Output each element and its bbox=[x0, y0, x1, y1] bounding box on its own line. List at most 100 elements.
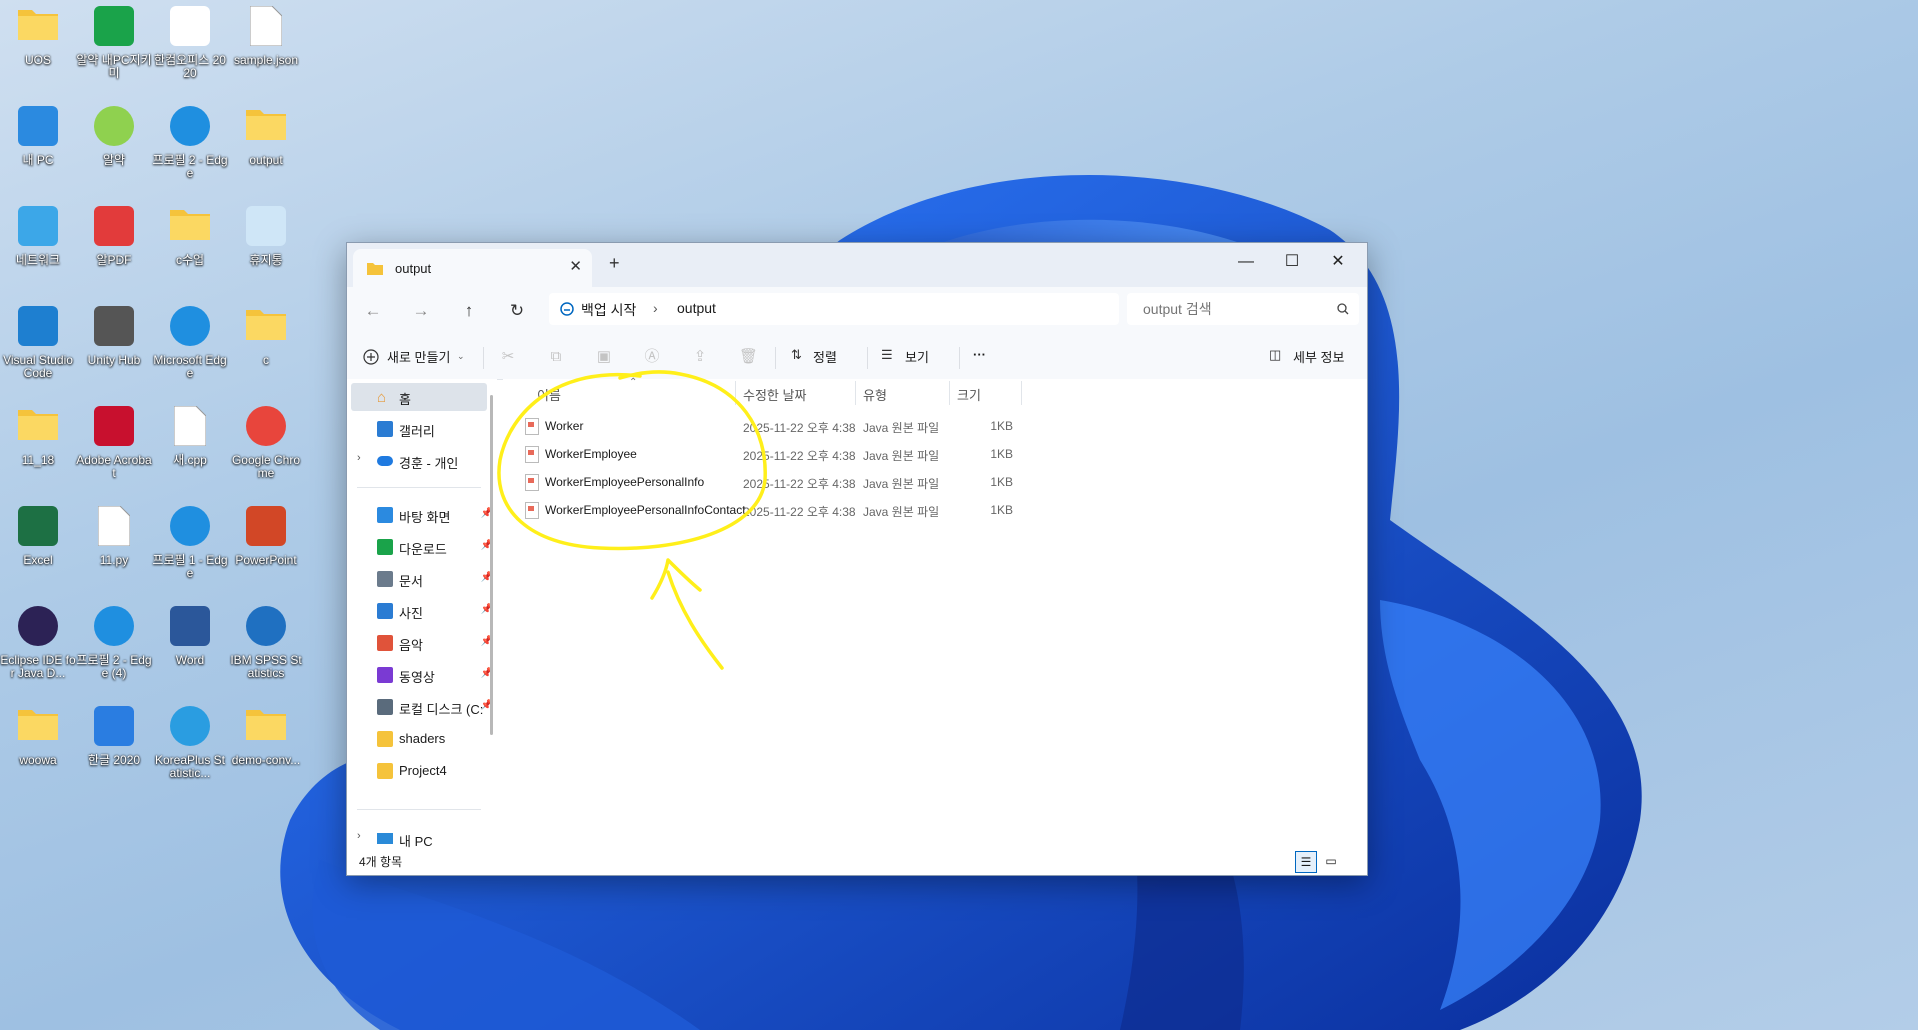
desktop-icon-25[interactable]: Eclipse IDE for Java D... bbox=[0, 600, 76, 696]
navigation-bar: ← → ↑ ↻ 백업 시작 › output bbox=[347, 287, 1367, 338]
delete-icon[interactable]: 🗑 bbox=[739, 348, 758, 366]
column-divider[interactable] bbox=[949, 381, 950, 405]
music-icon bbox=[377, 635, 393, 651]
desktop-icon-8[interactable]: output bbox=[228, 100, 304, 196]
desktop-icon-22[interactable]: 11.py bbox=[76, 500, 152, 596]
sidebar-item-quick-4[interactable]: 사진 📌 bbox=[351, 597, 493, 625]
column-header-type[interactable]: 유형 bbox=[863, 385, 887, 404]
desktop-icon-12[interactable]: 휴지통 bbox=[228, 200, 304, 296]
desktop-icon-30[interactable]: 한글 2020 bbox=[76, 700, 152, 796]
sort-button[interactable]: 정렬 bbox=[813, 347, 837, 366]
sidebar-item-quick-5[interactable]: 음악 📌 bbox=[351, 629, 493, 657]
view-button[interactable]: 보기 bbox=[905, 347, 929, 366]
desktop-icon-3[interactable]: 한컴오피스 2020 bbox=[152, 0, 228, 96]
desktop-icon-27[interactable]: Word bbox=[152, 600, 228, 696]
title-bar[interactable]: output ✕ + — ☐ ✕ bbox=[347, 243, 1367, 287]
copy-icon[interactable]: ⧉ bbox=[547, 348, 565, 366]
sidebar-item-home[interactable]: ⌂ 홈 bbox=[351, 383, 487, 411]
search-box[interactable] bbox=[1127, 293, 1359, 325]
tiles-view-icon[interactable]: ▭ bbox=[1321, 851, 1341, 871]
chevron-down-icon[interactable]: ⌄ bbox=[457, 351, 465, 362]
cut-icon[interactable]: ✂ bbox=[499, 348, 517, 366]
edge-icon bbox=[167, 306, 213, 352]
desktop-icon-9[interactable]: 네트워크 bbox=[0, 200, 76, 296]
unity-icon bbox=[91, 306, 137, 352]
chevron-right-icon[interactable]: › bbox=[357, 452, 361, 464]
up-icon[interactable]: ↑ bbox=[457, 299, 481, 323]
sidebar-scrollbar[interactable] bbox=[490, 395, 493, 735]
breadcrumb-output[interactable]: output bbox=[677, 300, 716, 316]
desktop-icon-15[interactable]: Microsoft Edge bbox=[152, 300, 228, 396]
sidebar-item-quick-2[interactable]: 다운로드 📌 bbox=[351, 533, 493, 561]
desktop-icon-label: 프로필 1 - Edge bbox=[152, 553, 228, 580]
maximize-button[interactable]: ☐ bbox=[1269, 249, 1315, 275]
desktop-icon-10[interactable]: 알PDF bbox=[76, 200, 152, 296]
details-view-icon[interactable]: ☰ bbox=[1295, 851, 1317, 873]
desktop-icon-32[interactable]: demo-conv... bbox=[228, 700, 304, 796]
back-icon[interactable]: ← bbox=[361, 299, 385, 323]
column-header-size[interactable]: 크기 bbox=[957, 385, 981, 404]
share-icon[interactable]: ⇪ bbox=[691, 348, 709, 366]
paste-icon[interactable]: ▣ bbox=[595, 348, 613, 366]
desktop-icon-13[interactable]: Visual Studio Code bbox=[0, 300, 76, 396]
new-tab-button[interactable]: + bbox=[609, 253, 620, 274]
column-header-name[interactable]: 이름 bbox=[537, 385, 561, 404]
desktop-icon-14[interactable]: Unity Hub bbox=[76, 300, 152, 396]
desktop-icon-2[interactable]: 알약 내PC지키미 bbox=[76, 0, 152, 96]
desktop-icon-24[interactable]: PowerPoint bbox=[228, 500, 304, 596]
desktop-icon-7[interactable]: 프로필 2 - Edge bbox=[152, 100, 228, 196]
desktop-icon-23[interactable]: 프로필 1 - Edge bbox=[152, 500, 228, 596]
refresh-icon[interactable]: ↻ bbox=[505, 299, 529, 323]
desktop-icon-20[interactable]: Google Chrome bbox=[228, 400, 304, 496]
desktop-icon-19[interactable]: 새.cpp bbox=[152, 400, 228, 496]
sidebar-item-gallery[interactable]: 갤러리 bbox=[351, 415, 487, 443]
desktop-icon-4[interactable]: sample.json bbox=[228, 0, 304, 96]
folder-icon bbox=[377, 731, 393, 747]
sidebar-item-quick-8[interactable]: shaders bbox=[351, 725, 487, 753]
column-divider[interactable] bbox=[855, 381, 856, 405]
sidebar-item-quick-7[interactable]: 로컬 디스크 (C: 📌 bbox=[351, 693, 493, 721]
desktop-icon-11[interactable]: c수업 bbox=[152, 200, 228, 296]
desktop-icon-21[interactable]: Excel bbox=[0, 500, 76, 596]
desktop-icon-28[interactable]: IBM SPSS Statistics bbox=[228, 600, 304, 696]
sidebar-item-quick-9[interactable]: Project4 bbox=[351, 757, 487, 785]
desktop-icon-5[interactable]: 내 PC bbox=[0, 100, 76, 196]
chevron-right-icon[interactable]: › bbox=[357, 830, 361, 842]
desktop-icon-29[interactable]: woowa bbox=[0, 700, 76, 796]
column-header-modified[interactable]: 수정한 날짜 bbox=[743, 385, 806, 404]
desktop-icon-1[interactable]: UOS bbox=[0, 0, 76, 96]
desktop-icon-17[interactable]: 11_18 bbox=[0, 400, 76, 496]
file-row[interactable]: WorkerEmployee 2025-11-22 오후 4:38 Java 원본 … bbox=[503, 441, 1367, 467]
file-size: 1KB bbox=[990, 503, 1013, 517]
forward-icon[interactable]: → bbox=[409, 299, 433, 323]
address-bar[interactable]: 백업 시작 › output bbox=[549, 293, 1119, 325]
sidebar-item-onedrive[interactable]: › 경훈 - 개인 bbox=[351, 447, 487, 475]
status-bar: 4개 항목 ☰ ▭ bbox=[347, 849, 1367, 875]
file-row[interactable]: WorkerEmployeePersonalInfoContact 2025-11… bbox=[503, 497, 1367, 523]
desktop-icon-16[interactable]: c bbox=[228, 300, 304, 396]
column-divider[interactable] bbox=[1021, 381, 1022, 405]
column-divider[interactable] bbox=[735, 381, 736, 405]
details-button[interactable]: 세부 정보 bbox=[1293, 347, 1344, 366]
search-input[interactable] bbox=[1141, 300, 1325, 318]
file-row[interactable]: WorkerEmployeePersonalInfo 2025-11-22 오후 … bbox=[503, 469, 1367, 495]
new-button[interactable]: 새로 만들기 bbox=[387, 347, 450, 366]
tab-close-icon[interactable]: ✕ bbox=[569, 257, 582, 275]
close-button[interactable]: ✕ bbox=[1315, 249, 1361, 275]
sidebar-item-quick-1[interactable]: 바탕 화면 📌 bbox=[351, 501, 493, 529]
sidebar-item-quick-3[interactable]: 문서 📌 bbox=[351, 565, 493, 593]
desktop-icon-6[interactable]: 알약 bbox=[76, 100, 152, 196]
breadcrumb-separator[interactable]: › bbox=[653, 300, 658, 316]
tab-output[interactable]: output ✕ bbox=[353, 249, 592, 287]
desktop-icon-label: 프로필 2 - Edge bbox=[152, 153, 228, 180]
file-row[interactable]: Worker 2025-11-22 오후 4:38 Java 원본 파일 1KB bbox=[503, 413, 1367, 439]
desktop-icon-18[interactable]: Adobe Acrobat bbox=[76, 400, 152, 496]
more-options-button[interactable]: ··· bbox=[973, 347, 986, 362]
sidebar-item-quick-6[interactable]: 동영상 📌 bbox=[351, 661, 493, 689]
rename-icon[interactable]: Ⓐ bbox=[643, 348, 661, 366]
desktop-icon-26[interactable]: 프로필 2 - Edge (4) bbox=[76, 600, 152, 696]
breadcrumb-backup[interactable]: 백업 시작 bbox=[581, 300, 636, 320]
divider bbox=[357, 809, 481, 810]
desktop-icon-31[interactable]: KoreaPlus Statistic... bbox=[152, 700, 228, 796]
minimize-button[interactable]: — bbox=[1223, 249, 1269, 275]
